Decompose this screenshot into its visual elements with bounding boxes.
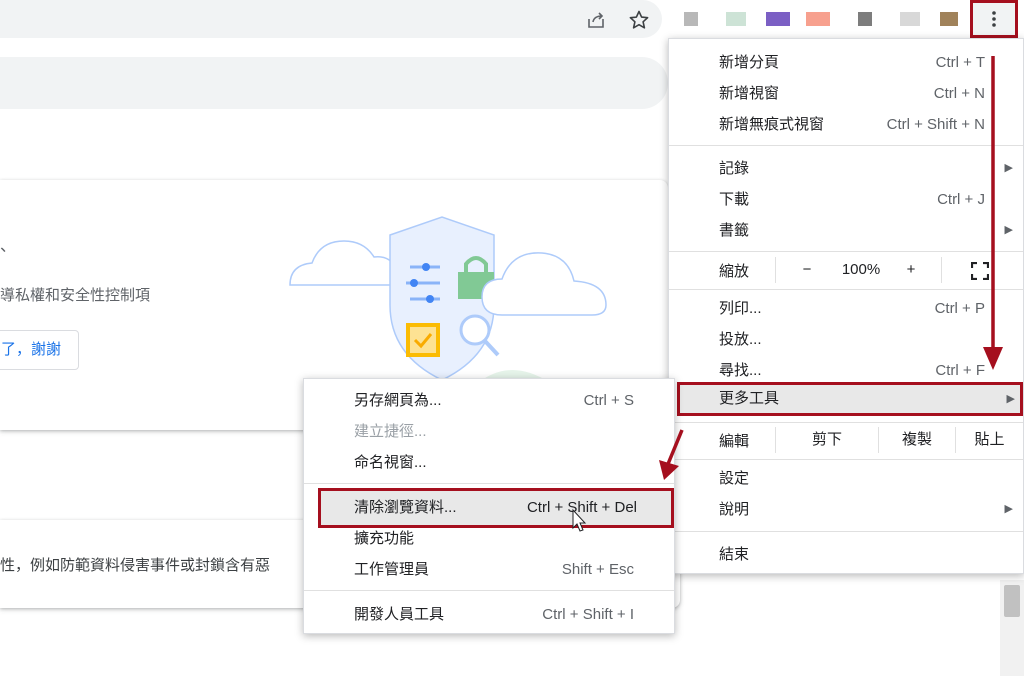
menu-item-help[interactable]: 說明 ▶ (669, 494, 1023, 525)
fullscreen-icon[interactable] (971, 262, 989, 280)
menu-item-label: 書籤 (719, 222, 750, 239)
menu-separator (304, 590, 674, 591)
menu-item-label: 下載 (719, 191, 750, 208)
menu-item-label: 結束 (719, 546, 750, 563)
menu-separator (669, 251, 1023, 252)
share-icon[interactable] (585, 9, 607, 31)
menu-item-bookmarks[interactable]: 書籤 ▶ (669, 215, 1023, 246)
menu-item-shortcut: Ctrl + T (935, 54, 985, 71)
menu-item-label: 記錄 (719, 160, 750, 177)
menu-item-shortcut: Ctrl + N (933, 85, 985, 102)
menu-separator (304, 483, 674, 484)
menu-item-new-window[interactable]: 新增視窗 Ctrl + N (669, 78, 1023, 109)
menu-item-more-tools[interactable]: 更多工具 ▶ (677, 382, 1023, 416)
menu-item-print[interactable]: 列印... Ctrl + P (669, 293, 1023, 324)
menu-item-new-tab[interactable]: 新增分頁 Ctrl + T (669, 47, 1023, 78)
card-description: 導私權和安全性控制項 (0, 287, 151, 304)
no-thanks-button[interactable]: 了，謝謝 (0, 330, 79, 370)
submenu-arrow-icon: ▶ (1004, 224, 1013, 236)
zoom-in-button[interactable]: + (899, 253, 923, 287)
menu-item-shortcut: Ctrl + Shift + I (542, 606, 634, 623)
extension-icon[interactable] (726, 12, 746, 26)
extension-icon[interactable] (858, 12, 872, 26)
more-tools-submenu: 另存網頁為... Ctrl + S 建立捷徑... 命名視窗... 清除瀏覽資料… (303, 378, 675, 634)
menu-item-label: 清除瀏覽資料... (354, 499, 457, 516)
menu-item-label: 工作管理員 (354, 561, 430, 578)
settings-search-bar[interactable] (0, 57, 668, 109)
address-bar[interactable] (0, 0, 662, 38)
submenu-item-name-window[interactable]: 命名視窗... (304, 447, 674, 478)
copy-button[interactable]: 複製 (879, 423, 955, 457)
submenu-item-extensions[interactable]: 擴充功能 (304, 523, 674, 554)
menu-separator (941, 257, 942, 283)
submenu-item-save-page[interactable]: 另存網頁為... Ctrl + S (304, 385, 674, 416)
scrollbar-thumb[interactable] (1004, 585, 1020, 617)
menu-edit-row: 編輯 剪下 複製 貼上 (669, 423, 1023, 457)
extension-icon[interactable] (940, 12, 958, 26)
menu-item-exit[interactable]: 結束 (669, 539, 1023, 570)
menu-item-label: 新增無痕式視窗 (719, 116, 825, 133)
menu-item-shortcut: Shift + Esc (561, 561, 634, 578)
menu-item-downloads[interactable]: 下載 Ctrl + J (669, 184, 1023, 215)
menu-item-label: 新增視窗 (719, 85, 780, 102)
submenu-item-clear-browsing-data[interactable]: 清除瀏覽資料... Ctrl + Shift + Del (318, 488, 674, 528)
menu-item-label: 開發人員工具 (354, 606, 445, 623)
star-icon[interactable] (628, 9, 650, 31)
menu-item-shortcut: Ctrl + S (583, 392, 634, 409)
menu-separator (775, 257, 776, 283)
submenu-item-task-manager[interactable]: 工作管理員 Shift + Esc (304, 554, 674, 585)
menu-item-label: 另存網頁為... (354, 392, 442, 409)
submenu-arrow-icon: ▶ (1006, 393, 1015, 405)
menu-item-label: 更多工具 (719, 390, 780, 407)
menu-item-label: 命名視窗... (354, 454, 427, 471)
menu-item-label: 建立捷徑... (354, 423, 427, 440)
menu-separator (669, 459, 1023, 460)
menu-item-label: 列印... (719, 300, 762, 317)
menu-item-shortcut: Ctrl + J (937, 191, 985, 208)
menu-zoom-row: 縮放 − 100% + (669, 253, 1023, 287)
menu-item-history[interactable]: 記錄 ▶ (669, 153, 1023, 184)
menu-item-shortcut: Ctrl + Shift + N (886, 116, 985, 133)
extension-icon[interactable] (766, 12, 790, 26)
menu-item-shortcut: Ctrl + Shift + Del (526, 499, 637, 516)
privacy-illustration (289, 216, 607, 390)
menu-item-label: 說明 (719, 501, 750, 518)
submenu-item-developer-tools[interactable]: 開發人員工具 Ctrl + Shift + I (304, 599, 674, 630)
chrome-menu-button[interactable] (970, 0, 1018, 38)
paste-button[interactable]: 貼上 (956, 423, 1023, 457)
submenu-arrow-icon: ▶ (1004, 162, 1013, 174)
menu-item-label: 新增分頁 (719, 54, 780, 71)
extension-icon[interactable] (900, 12, 920, 26)
card-heading: 、 (0, 238, 17, 255)
menu-item-label: 投放... (719, 331, 762, 348)
chrome-main-menu: 新增分頁 Ctrl + T 新增視窗 Ctrl + N 新增無痕式視窗 Ctrl… (668, 38, 1024, 574)
menu-item-shortcut: Ctrl + P (934, 300, 985, 317)
extension-icon[interactable] (806, 12, 830, 26)
cut-button[interactable]: 剪下 (776, 423, 878, 457)
menu-separator (669, 531, 1023, 532)
menu-item-settings[interactable]: 設定 (669, 463, 1023, 494)
zoom-out-button[interactable]: − (795, 253, 819, 287)
menu-item-label: 擴充功能 (354, 530, 415, 547)
edit-label: 編輯 (719, 433, 750, 450)
menu-separator (669, 289, 1023, 290)
extension-icons (680, 8, 970, 30)
kebab-menu-icon (992, 11, 996, 27)
zoom-level: 100% (841, 261, 881, 278)
zoom-label: 縮放 (719, 263, 750, 280)
menu-item-new-incognito-window[interactable]: 新增無痕式視窗 Ctrl + Shift + N (669, 109, 1023, 140)
menu-separator (669, 145, 1023, 146)
extension-icon[interactable] (684, 12, 698, 26)
menu-item-label: 設定 (719, 470, 750, 487)
submenu-item-create-shortcut: 建立捷徑... (304, 416, 674, 447)
submenu-arrow-icon: ▶ (1004, 503, 1013, 515)
card-description: 性，例如防範資料侵害事件或封鎖含有惡 (0, 557, 271, 574)
menu-item-cast[interactable]: 投放... (669, 324, 1023, 355)
